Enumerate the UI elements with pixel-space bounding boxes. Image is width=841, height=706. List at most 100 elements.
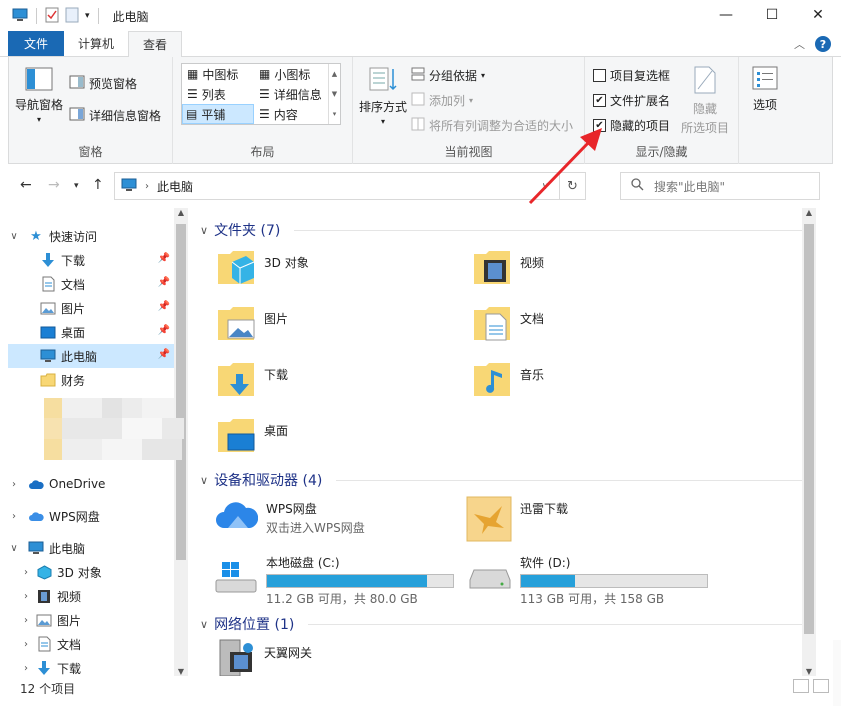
tab-file[interactable]: 文件 [8, 31, 65, 56]
details-pane-button[interactable]: 详细信息窗格 [69, 107, 161, 124]
content-scroll-thumb[interactable] [804, 224, 814, 634]
folder-videos[interactable]: 视频 [472, 248, 544, 291]
chevron-down-icon[interactable]: ∨ [8, 543, 20, 554]
tree-documents[interactable]: 文档 📌 [8, 272, 174, 296]
tree-finance[interactable]: 财务 [8, 368, 174, 392]
hidden-items-checkbox[interactable]: ✔ [593, 119, 606, 132]
layout-content[interactable]: ☰ 内容 [256, 104, 301, 124]
search-box[interactable]: 搜索"此电脑" [620, 172, 820, 200]
computer-icon[interactable] [12, 8, 28, 25]
chevron-down-icon[interactable]: ∨ [200, 618, 208, 631]
scroll-up-icon[interactable]: ▲ [174, 208, 188, 217]
sort-by-button[interactable]: 排序方式 ▾ [359, 65, 407, 126]
chevron-right-icon[interactable]: › [8, 479, 20, 490]
tree-this-pc-quick[interactable]: 此电脑 📌 [8, 344, 174, 368]
tree-wps-drive[interactable]: › WPS网盘 [8, 504, 174, 528]
forward-arrow-icon[interactable]: → [48, 177, 60, 193]
hidden-items-toggle[interactable]: ✔ 隐藏的项目 [593, 117, 670, 134]
address-bar[interactable]: › 此电脑 ∨ ↻ [114, 172, 586, 200]
recent-locations-chevron-icon[interactable]: ▾ [74, 181, 79, 191]
preview-pane-button[interactable]: 预览窗格 [69, 75, 137, 92]
layout-medium-icons[interactable]: ▦ 中图标 [184, 64, 241, 84]
content-scrollbar[interactable]: ▲ ▼ [802, 208, 816, 676]
tree-downloads-pc[interactable]: › 下载 [8, 656, 174, 676]
layout-details[interactable]: ☰ 详细信息 [256, 84, 325, 104]
tree-downloads[interactable]: 下载 📌 [8, 248, 174, 272]
nav-pane-scroll-thumb[interactable] [176, 224, 186, 560]
folder-documents[interactable]: 文档 [472, 304, 544, 347]
item-checkboxes-checkbox[interactable] [593, 69, 606, 82]
folder-3d-objects[interactable]: 3D 对象 [216, 248, 309, 291]
chevron-right-icon[interactable]: › [20, 615, 32, 626]
up-arrow-icon[interactable]: ↑ [92, 177, 104, 193]
fit-columns-button[interactable]: 将所有列调整为合适的大小 [411, 117, 573, 134]
add-column-icon [411, 92, 425, 109]
new-folder-icon[interactable] [65, 7, 79, 26]
group-by-button[interactable]: 分组依据 ▾ [411, 67, 485, 84]
chevron-right-icon[interactable]: › [20, 663, 32, 674]
chevron-right-icon[interactable]: › [20, 639, 32, 650]
breadcrumb-location[interactable]: 此电脑 [157, 178, 193, 195]
tree-pictures[interactable]: 图片 📌 [8, 296, 174, 320]
large-icons-view-icon[interactable] [813, 679, 829, 693]
folder-music[interactable]: 音乐 [472, 360, 544, 403]
close-button[interactable]: ✕ [795, 0, 841, 30]
item-checkboxes-toggle[interactable]: 项目复选框 [593, 67, 670, 84]
refresh-icon[interactable]: ↻ [559, 173, 585, 199]
device-c-drive[interactable]: 本地磁盘 (C:) 11.2 GB 可用，共 80.0 GB [214, 552, 454, 607]
folder-pictures[interactable]: 图片 [216, 304, 288, 347]
scroll-up-icon[interactable]: ▲ [802, 208, 816, 217]
details-view-icon[interactable] [793, 679, 809, 693]
collapse-ribbon-chevron-icon[interactable]: ︿ [794, 36, 805, 52]
scroll-down-icon[interactable]: ▼ [802, 667, 816, 676]
scroll-down-icon[interactable]: ▼ [174, 667, 188, 676]
tree-3d-objects[interactable]: › 3D 对象 [8, 560, 174, 584]
back-arrow-icon[interactable]: ← [20, 177, 32, 193]
section-devices-header[interactable]: ∨ 设备和驱动器 (4) [200, 470, 808, 490]
tree-desktop[interactable]: 桌面 📌 [8, 320, 174, 344]
device-wps-drive[interactable]: WPS网盘 双击进入WPS网盘 [214, 498, 365, 536]
properties-icon[interactable] [45, 7, 59, 26]
tree-this-pc[interactable]: ∨ 此电脑 [8, 536, 174, 560]
tree-pictures-pc[interactable]: › 图片 [8, 608, 174, 632]
device-thunder-download[interactable]: 迅雷下载 [466, 496, 568, 545]
minimize-button[interactable]: — [703, 0, 749, 30]
layout-list[interactable]: ☰ 列表 [184, 84, 229, 104]
address-history-chevron-icon[interactable]: ∨ [542, 181, 549, 192]
options-button[interactable]: 选项 [751, 65, 779, 113]
chevron-down-icon[interactable]: ∨ [200, 474, 208, 487]
layout-gallery-scroll[interactable]: ▲ ▼ ▾ [328, 64, 340, 124]
title-bar: ▾ 此电脑 — ☐ ✕ [0, 0, 841, 32]
device-d-drive[interactable]: 软件 (D:) 113 GB 可用，共 158 GB [468, 552, 708, 607]
tree-onedrive[interactable]: › OneDrive [8, 472, 174, 496]
document-icon [40, 276, 56, 292]
folder-desktop[interactable]: 桌面 [216, 416, 288, 459]
chevron-right-icon[interactable]: › [20, 567, 32, 578]
chevron-down-icon[interactable]: ∨ [200, 224, 208, 237]
tab-view[interactable]: 查看 [128, 31, 183, 57]
search-icon [631, 178, 644, 194]
help-icon[interactable]: ? [815, 36, 831, 52]
file-extensions-toggle[interactable]: ✔ 文件扩展名 [593, 92, 670, 109]
maximize-button[interactable]: ☐ [749, 0, 795, 30]
nav-pane-button[interactable]: 导航窗格 ▾ [15, 67, 63, 124]
chevron-right-icon[interactable]: › [20, 591, 32, 602]
chevron-right-icon[interactable]: › [8, 511, 20, 522]
tree-documents-pc[interactable]: › 文档 [8, 632, 174, 656]
file-extensions-checkbox[interactable]: ✔ [593, 94, 606, 107]
folder-downloads[interactable]: 下载 [216, 360, 288, 403]
tree-videos[interactable]: › 视频 [8, 584, 174, 608]
chevron-down-icon[interactable]: ∨ [8, 231, 20, 242]
layout-tiles[interactable]: ▤ 平铺 [182, 104, 254, 124]
wps-cloud-icon [214, 498, 259, 535]
network-tianyi-gateway[interactable]: 天翼网关 [216, 638, 312, 676]
star-icon: ★ [30, 228, 42, 244]
section-network-header[interactable]: ∨ 网络位置 (1) [200, 614, 808, 634]
add-column-button[interactable]: 添加列 ▾ [411, 92, 473, 109]
customize-qa-chevron-icon[interactable]: ▾ [85, 11, 90, 21]
tree-quick-access[interactable]: ∨ ★ 快速访问 [8, 224, 174, 248]
layout-small-icons[interactable]: ▦ 小图标 [256, 64, 313, 84]
tab-computer[interactable]: 计算机 [64, 31, 128, 56]
section-folders-header[interactable]: ∨ 文件夹 (7) [200, 220, 808, 240]
hide-selected-button[interactable]: 隐藏 所选项目 [681, 65, 729, 136]
